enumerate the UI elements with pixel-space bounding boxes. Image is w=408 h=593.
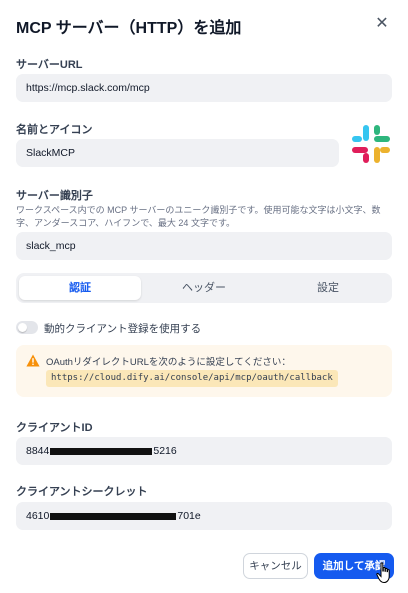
dynamic-client-label: 動的クライアント登録を使用する bbox=[44, 323, 202, 335]
name-icon-label: 名前とアイコン bbox=[16, 124, 93, 136]
client-id-input[interactable]: 8844 5216 bbox=[16, 437, 392, 465]
client-secret-suffix: 701e bbox=[177, 510, 201, 522]
server-id-help: ワークスペース内での MCP サーバーのユニーク識別子です。使用可能な文字は小文… bbox=[16, 205, 381, 228]
add-mcp-server-dialog: MCP サーバー（HTTP）を追加 ✕ サーバーURL https://mcp.… bbox=[0, 0, 408, 593]
server-url-label: サーバーURL bbox=[16, 59, 83, 71]
notice-text: OAuthリダイレクトURLを次のように設定してください： bbox=[46, 357, 291, 368]
hand-cursor-icon bbox=[376, 562, 390, 584]
server-id-label: サーバー識別子 bbox=[16, 190, 93, 202]
server-url-input[interactable]: https://mcp.slack.com/mcp bbox=[16, 74, 392, 102]
slack-logo-icon[interactable] bbox=[348, 121, 394, 167]
close-icon[interactable]: ✕ bbox=[372, 14, 392, 34]
redirect-url[interactable]: https://cloud.dify.ai/console/api/mcp/oa… bbox=[46, 370, 338, 387]
dialog-title: MCP サーバー（HTTP）を追加 bbox=[16, 20, 242, 37]
auth-tabs: 認証 ヘッダー 設定 bbox=[16, 273, 392, 303]
name-input[interactable]: SlackMCP bbox=[16, 139, 339, 167]
client-secret-input[interactable]: 4610 701e bbox=[16, 502, 392, 530]
client-secret-label: クライアントシークレット bbox=[16, 486, 148, 498]
client-id-suffix: 5216 bbox=[153, 445, 177, 457]
redirect-url-notice: OAuthリダイレクトURLを次のように設定してください： https://cl… bbox=[16, 345, 392, 397]
client-secret-prefix: 4610 bbox=[26, 510, 50, 522]
server-id-input[interactable]: slack_mcp bbox=[16, 232, 392, 260]
tab-settings[interactable]: 設定 bbox=[267, 276, 389, 300]
tab-headers[interactable]: ヘッダー bbox=[143, 276, 265, 300]
redacted-bar bbox=[50, 512, 177, 520]
warning-icon bbox=[26, 354, 40, 367]
client-id-label: クライアントID bbox=[16, 422, 93, 434]
client-id-prefix: 8844 bbox=[26, 445, 50, 457]
cancel-button[interactable]: キャンセル bbox=[243, 553, 308, 579]
dynamic-client-toggle[interactable] bbox=[16, 321, 38, 334]
tab-auth[interactable]: 認証 bbox=[19, 276, 141, 300]
redacted-bar bbox=[50, 447, 153, 455]
